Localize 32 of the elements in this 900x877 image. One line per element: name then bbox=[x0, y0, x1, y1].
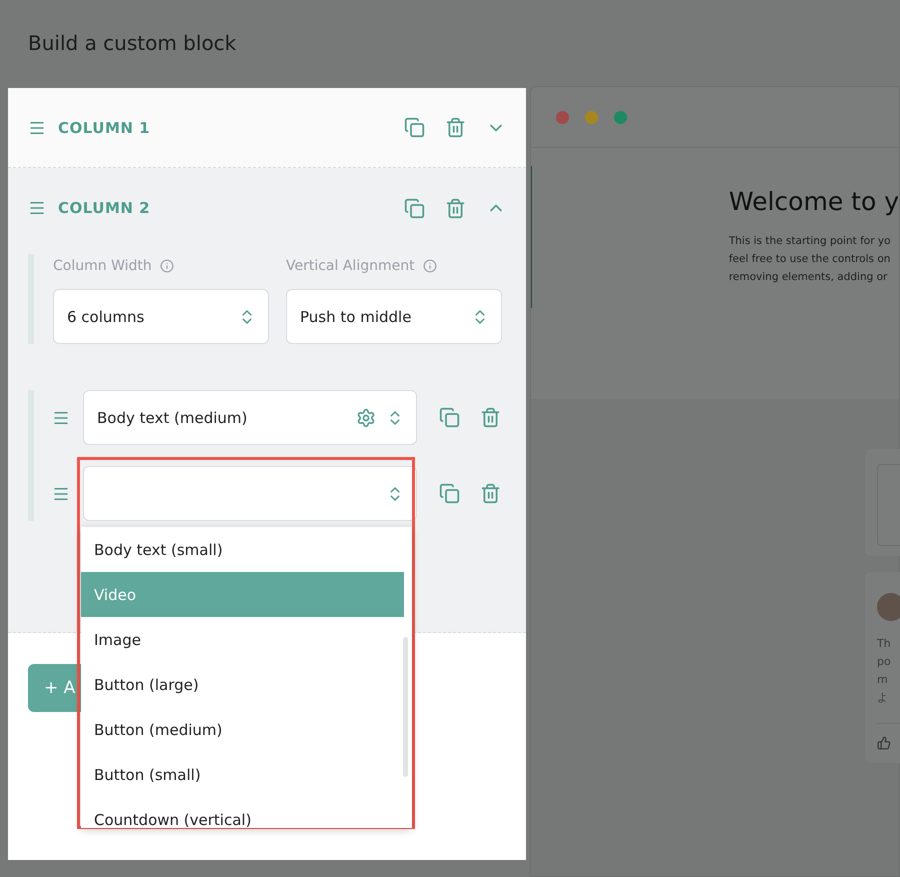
delete-button[interactable] bbox=[445, 117, 466, 138]
select-field[interactable] bbox=[83, 466, 417, 521]
card-text: Th po m よ bbox=[877, 636, 892, 706]
column-title: COLUMN 2 bbox=[58, 199, 152, 217]
select-field[interactable]: Body text (medium) bbox=[83, 390, 417, 445]
field-label: Vertical Alignment bbox=[286, 254, 502, 278]
preview-paragraph: This is the starting point for yo feel free to use the controls on removing elements, adding or bbox=[728, 234, 892, 285]
window-dot bbox=[556, 110, 569, 124]
preview-heading: Welcome to y bbox=[728, 187, 899, 216]
delete-button[interactable] bbox=[480, 483, 501, 504]
delete-button[interactable] bbox=[480, 407, 501, 428]
settings-icon[interactable] bbox=[356, 408, 376, 428]
dropdown-option[interactable]: Countdown (vertical) bbox=[81, 797, 404, 828]
dropdown-option[interactable]: Body text (small) bbox=[81, 527, 404, 572]
select-field[interactable]: 6 columns bbox=[53, 289, 269, 344]
window-dot bbox=[585, 110, 598, 124]
info-icon[interactable] bbox=[160, 259, 174, 273]
duplicate-button[interactable] bbox=[404, 117, 425, 138]
delete-button[interactable] bbox=[445, 198, 466, 218]
info-icon[interactable] bbox=[422, 259, 437, 273]
avatar bbox=[877, 593, 900, 621]
scrollbar-thumb[interactable] bbox=[403, 637, 408, 777]
duplicate-button[interactable] bbox=[439, 483, 460, 504]
page-title: Build a custom block bbox=[28, 31, 236, 55]
window-dot bbox=[614, 110, 627, 124]
select-field[interactable]: Push to middle bbox=[286, 289, 502, 344]
duplicate-button[interactable] bbox=[404, 198, 425, 218]
field-label: Column Width bbox=[53, 254, 269, 278]
column-title: COLUMN 1 bbox=[58, 118, 152, 136]
duplicate-button[interactable] bbox=[439, 407, 460, 428]
drag-handle-icon[interactable] bbox=[28, 199, 46, 217]
thumbs-up-icon[interactable] bbox=[877, 736, 891, 750]
